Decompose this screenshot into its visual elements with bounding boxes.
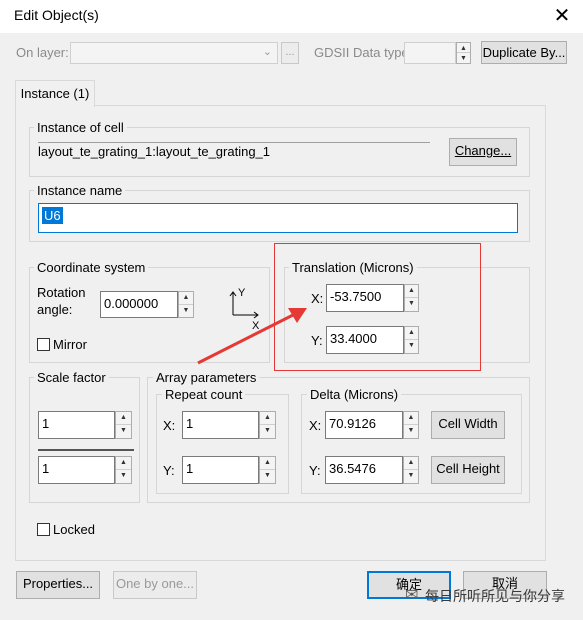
cell-name-divider (38, 142, 430, 143)
rotation-angle-input[interactable]: 0.000000 (100, 291, 178, 318)
gdsii-spinner[interactable]: ▲ ▼ (456, 42, 471, 64)
spin-down-icon[interactable]: ▼ (179, 305, 193, 318)
delta-label: Delta (Microns) (307, 387, 402, 402)
one-by-one-button[interactable]: One by one... (113, 571, 197, 599)
locked-label: Locked (53, 522, 95, 537)
chevron-down-icon: ⌄ (262, 46, 272, 58)
spin-down-icon[interactable]: ▼ (116, 470, 131, 483)
cell-width-button[interactable]: Cell Width (431, 411, 505, 439)
spin-down-icon[interactable]: ▼ (404, 425, 418, 438)
spin-down-icon[interactable]: ▼ (457, 53, 470, 63)
mirror-checkbox[interactable] (37, 338, 50, 351)
repeat-y-label: Y: (163, 463, 175, 478)
repeat-count-label: Repeat count (162, 387, 246, 402)
scale-factor-label: Scale factor (34, 370, 109, 385)
tab-instance[interactable]: Instance (1) (15, 80, 95, 107)
watermark: ✉ 每日所听所见与你分享 (405, 583, 577, 609)
coordinate-system-label: Coordinate system (34, 260, 149, 275)
rotation-spinner[interactable]: ▲ ▼ (178, 291, 194, 318)
instance-name-input[interactable]: U6 (38, 203, 518, 233)
delta-x-label: X: (309, 418, 322, 433)
locked-checkbox[interactable] (37, 523, 50, 536)
spin-down-icon[interactable]: ▼ (116, 425, 131, 438)
repeat-x-spinner[interactable]: ▲ ▼ (259, 411, 276, 439)
spin-up-icon[interactable]: ▲ (457, 43, 470, 53)
instance-name-selected-text: U6 (42, 207, 63, 224)
delta-y-spinner[interactable]: ▲ ▼ (403, 456, 419, 484)
layer-browse-button[interactable]: ... (281, 42, 299, 64)
repeat-y-spinner[interactable]: ▲ ▼ (259, 456, 276, 484)
delta-y-input[interactable]: 36.5476 (325, 456, 403, 484)
spin-down-icon[interactable]: ▼ (260, 425, 275, 438)
delta-x-spinner[interactable]: ▲ ▼ (403, 411, 419, 439)
scale-factor-group (29, 377, 140, 503)
mirror-label: Mirror (53, 337, 87, 352)
gdsii-data-type-field[interactable] (404, 42, 456, 64)
delta-x-input[interactable]: 70.9126 (325, 411, 403, 439)
rotation-label-line2: angle: (37, 302, 73, 317)
cell-height-button[interactable]: Cell Height (431, 456, 505, 484)
title-bar: Edit Object(s) ✕ (0, 0, 583, 33)
rotation-label-line1: Rotation (37, 285, 86, 300)
spin-up-icon[interactable]: ▲ (116, 412, 131, 425)
gdsii-data-type-label: GDSII Data type: (314, 45, 413, 60)
close-icon[interactable]: ✕ (548, 2, 576, 30)
duplicate-by-button[interactable]: Duplicate By... (481, 41, 567, 64)
on-layer-dropdown[interactable]: ⌄ (70, 42, 278, 64)
wechat-icon: ✉ (405, 587, 419, 604)
scale-factor-spinner-1[interactable]: ▲ ▼ (115, 411, 132, 439)
properties-button[interactable]: Properties... (16, 571, 100, 599)
spin-down-icon[interactable]: ▼ (260, 470, 275, 483)
array-parameters-label: Array parameters (153, 370, 260, 385)
repeat-x-input[interactable]: 1 (182, 411, 259, 439)
spin-up-icon[interactable]: ▲ (404, 457, 418, 470)
cell-name-value: layout_te_grating_1:layout_te_grating_1 (38, 144, 271, 159)
spin-up-icon[interactable]: ▲ (116, 457, 131, 470)
annotation-arrow-icon (197, 308, 307, 365)
repeat-y-input[interactable]: 1 (182, 456, 259, 484)
scale-factor-input-2[interactable]: 1 (38, 456, 115, 484)
spin-up-icon[interactable]: ▲ (404, 412, 418, 425)
watermark-text: 每日所听所见与你分享 (425, 588, 565, 604)
spin-up-icon[interactable]: ▲ (260, 412, 275, 425)
spin-down-icon[interactable]: ▼ (404, 470, 418, 483)
instance-of-cell-label: Instance of cell (34, 120, 127, 135)
scale-factor-divider (38, 449, 134, 451)
on-layer-label: On layer: (16, 45, 69, 60)
repeat-x-label: X: (163, 418, 176, 433)
axis-y-label: Y (238, 287, 246, 299)
window-title: Edit Object(s) (14, 7, 99, 23)
instance-name-label: Instance name (34, 183, 126, 198)
scale-factor-input-1[interactable]: 1 (38, 411, 115, 439)
spin-up-icon[interactable]: ▲ (179, 292, 193, 305)
spin-up-icon[interactable]: ▲ (260, 457, 275, 470)
change-cell-button[interactable]: Change... (449, 138, 517, 166)
delta-y-label: Y: (309, 463, 321, 478)
scale-factor-spinner-2[interactable]: ▲ ▼ (115, 456, 132, 484)
